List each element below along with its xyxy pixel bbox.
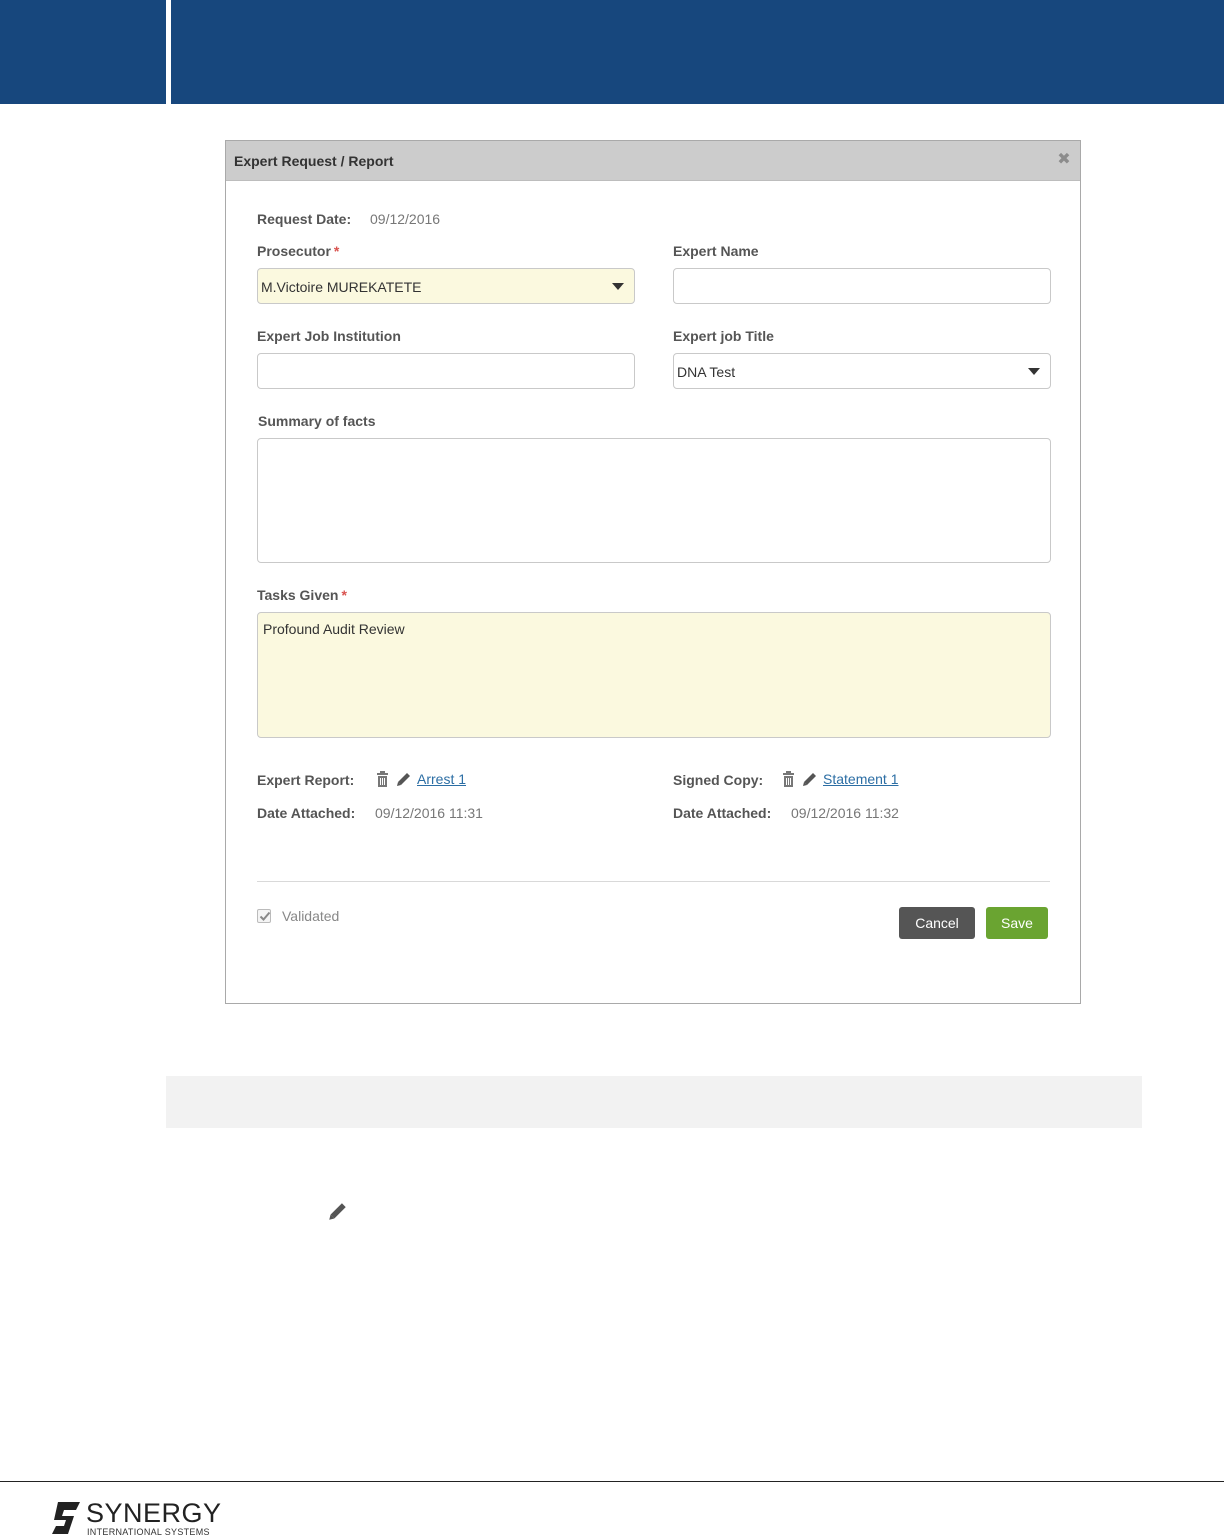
trash-icon[interactable] <box>376 771 390 787</box>
request-date-label: Request Date: <box>257 211 352 227</box>
prosecutor-selected-value: M.Victoire MUREKATETE <box>261 279 422 295</box>
expert-name-input[interactable] <box>673 268 1051 304</box>
expert-job-institution-input[interactable] <box>257 353 635 389</box>
synergy-mark-icon <box>52 1502 80 1534</box>
expert-job-title-label: Expert job Title <box>673 328 774 344</box>
expert-request-dialog: Expert Request / Report ✖ Request Date: … <box>225 140 1081 1004</box>
validated-label: Validated <box>282 908 340 924</box>
note-band <box>166 1076 1142 1128</box>
signed-copy-link[interactable]: Statement 1 <box>823 771 899 787</box>
expert-job-institution-label: Expert Job Institution <box>257 328 401 344</box>
footer-rule <box>0 1481 1224 1482</box>
expert-report-date-value: 09/12/2016 11:31 <box>375 805 483 821</box>
required-marker: * <box>341 587 347 603</box>
tasks-given-textarea[interactable]: Profound Audit Review <box>257 612 1051 738</box>
footer-divider <box>257 881 1050 882</box>
tasks-given-label: Tasks Given * <box>257 587 347 603</box>
validated-checkbox[interactable] <box>257 909 271 923</box>
request-date-value: 09/12/2016 <box>370 211 441 227</box>
required-marker: * <box>333 243 340 259</box>
page-header-right-band <box>171 0 1224 104</box>
pencil-icon[interactable] <box>802 772 816 788</box>
chevron-down-icon[interactable] <box>612 283 624 290</box>
prosecutor-select[interactable]: M.Victoire MUREKATETE <box>257 268 635 304</box>
chevron-down-icon[interactable] <box>1028 368 1040 375</box>
expert-job-title-select[interactable]: DNA Test <box>673 353 1051 389</box>
logo-subtext: INTERNATIONAL SYSTEMS <box>87 1527 210 1537</box>
signed-copy-label: Signed Copy: <box>673 772 764 788</box>
signed-copy-date-label: Date Attached: <box>673 805 772 821</box>
logo-text: SYNERGY <box>86 1498 222 1528</box>
tasks-given-value: Profound Audit Review <box>263 621 405 637</box>
expert-job-title-selected-value: DNA Test <box>677 364 736 380</box>
checkmark-icon <box>259 911 271 921</box>
expert-report-label: Expert Report: <box>257 772 355 788</box>
dialog-title: Expert Request / Report <box>234 153 394 169</box>
expert-name-label: Expert Name <box>673 243 759 259</box>
pencil-icon[interactable] <box>396 772 410 788</box>
dialog-header: Expert Request / Report ✖ <box>226 141 1080 181</box>
summary-of-facts-textarea[interactable] <box>257 438 1051 563</box>
summary-of-facts-label: Summary of facts <box>258 413 376 429</box>
expert-report-date-label: Date Attached: <box>257 805 356 821</box>
pencil-icon <box>328 1202 347 1226</box>
cancel-button[interactable]: Cancel <box>899 907 975 939</box>
save-button[interactable]: Save <box>986 907 1048 939</box>
signed-copy-date-value: 09/12/2016 11:32 <box>791 805 899 821</box>
page-header-left-band <box>0 0 166 104</box>
close-icon[interactable]: ✖ <box>1056 151 1072 169</box>
expert-report-link[interactable]: Arrest 1 <box>417 771 466 787</box>
prosecutor-label: Prosecutor * <box>257 243 340 259</box>
trash-icon[interactable] <box>782 771 796 787</box>
synergy-logo: SYNERGY INTERNATIONAL SYSTEMS <box>52 1498 222 1538</box>
